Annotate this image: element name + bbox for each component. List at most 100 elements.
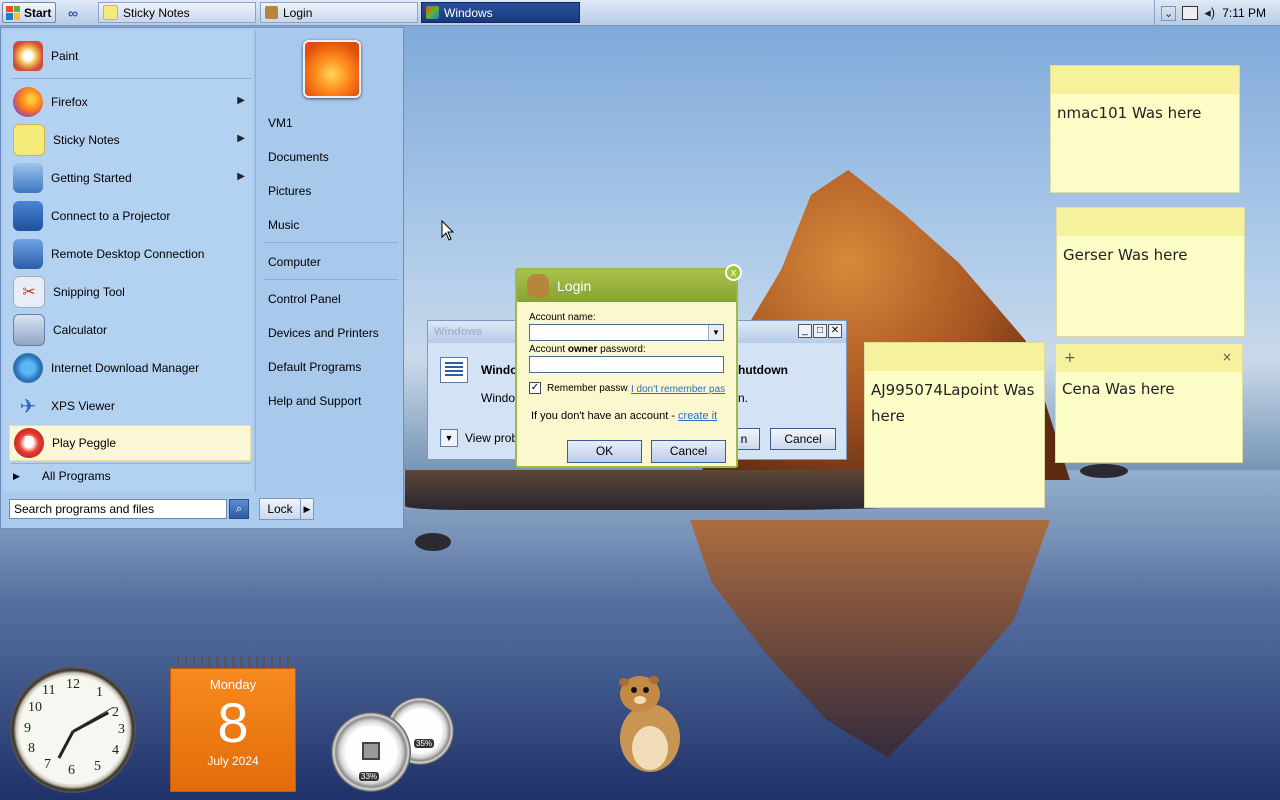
dialog-heading: Windo [481,363,518,377]
program-sticky-notes[interactable]: Sticky Notes ▶ [9,122,251,158]
login-titlebar[interactable]: Login [517,270,736,302]
cpu-meter-gadget[interactable]: 33% [331,712,411,792]
create-account-link[interactable]: create it [678,410,717,422]
lock-button[interactable]: Lock [259,498,301,520]
note-text[interactable]: Cena Was here [1056,372,1242,412]
login-dialog[interactable]: Login x Account name: ▼ Account owner pa… [515,264,742,468]
taskbar-item-label: Sticky Notes [123,5,190,20]
program-paint[interactable]: Paint [9,38,251,74]
arrow-right-icon: ▶ [13,470,20,481]
all-programs-label: All Programs [41,469,111,483]
maximize-button[interactable]: □ [813,324,827,338]
search-input[interactable]: Search programs and files [9,499,227,519]
note-text[interactable]: AJ995074Lapoint Was here [865,371,1044,439]
cancel-button[interactable]: Cancel [651,440,726,463]
account-name-dropdown[interactable]: ▼ [529,324,724,341]
place-help-support[interactable]: Help and Support [268,394,361,408]
places-pane: VM1 Documents Pictures Music Computer Co… [255,30,402,492]
program-xps-viewer[interactable]: ✈ XPS Viewer [9,388,251,424]
clock-gadget[interactable]: 12 1 2 3 4 5 6 7 8 9 10 11 [10,667,136,793]
start-button[interactable]: Start [2,2,56,23]
windows-logo-icon [6,5,20,20]
submenu-arrow-icon[interactable]: ▶ [237,133,245,144]
program-label: Play Peggle [52,436,117,450]
remember-password-checkbox[interactable]: ✓ [529,382,541,394]
cancel-button[interactable]: Cancel [770,428,836,450]
close-button[interactable]: x [725,264,742,281]
hamster-gadget[interactable] [610,670,690,775]
calendar-month-year: July 2024 [207,754,259,768]
program-firefox[interactable]: Firefox ▶ [9,84,251,120]
program-calculator[interactable]: Calculator [9,312,251,348]
password-field[interactable] [529,356,724,373]
clock-number: 5 [94,759,101,774]
program-internet-download-manager[interactable]: Internet Download Manager [9,350,251,386]
program-play-peggle[interactable]: P Play Peggle [9,425,251,461]
remote-desktop-icon [13,239,43,269]
user-picture[interactable] [303,40,361,98]
minimize-button[interactable]: _ [798,324,812,338]
submenu-arrow-icon[interactable]: ▶ [237,95,245,106]
taskbar-item-login[interactable]: Login [260,2,418,23]
getting-started-icon [13,163,43,193]
calendar-day: 8 [217,691,249,754]
place-pictures[interactable]: Pictures [268,184,311,198]
program-label: Connect to a Projector [51,209,171,223]
program-connect-projector[interactable]: Connect to a Projector [9,198,251,234]
place-default-programs[interactable]: Default Programs [268,360,361,374]
submenu-arrow-icon[interactable]: ▶ [237,171,245,182]
quick-launch-icon[interactable]: ∞ [68,5,90,21]
note-header[interactable] [1057,208,1244,236]
calendar-weekday: Monday [209,677,257,692]
add-note-button[interactable]: + [1064,350,1076,366]
note-text[interactable]: nmac101 Was here [1051,94,1239,136]
clock-number: 9 [24,721,31,736]
sticky-note[interactable]: AJ995074Lapoint Was here [864,342,1045,508]
sticky-note[interactable]: Gerser Was here [1056,207,1245,337]
note-header[interactable]: + × [1056,344,1242,372]
forgot-password-link[interactable]: I don't remember pas [631,384,725,395]
memory-percent: 35% [414,739,435,748]
program-label: Internet Download Manager [51,361,200,375]
program-getting-started[interactable]: Getting Started ▶ [9,160,251,196]
sticky-note[interactable]: + × Cena Was here [1055,343,1243,463]
close-button[interactable]: ✕ [828,324,842,338]
sticky-note[interactable]: nmac101 Was here [1050,65,1240,193]
start-label: Start [24,5,52,20]
place-control-panel[interactable]: Control Panel [268,292,341,306]
network-icon[interactable] [1182,6,1199,20]
rock-pebble [1080,464,1128,478]
tray-overflow-chevron[interactable]: ⌄ [1161,5,1177,21]
taskbar-clock[interactable]: 7:11 PM [1222,6,1266,20]
mouse-cursor-icon [441,220,455,241]
expand-details-button[interactable]: ▼ [440,429,458,447]
system-tray: ⌄ ◂) 7:11 PM [1154,0,1280,26]
note-header[interactable] [865,343,1044,371]
program-label: Remote Desktop Connection [51,247,205,261]
clock-number: 8 [28,741,35,756]
sticky-notes-icon [13,124,45,156]
program-snipping-tool[interactable]: ✂ Snipping Tool [9,274,251,310]
program-remote-desktop[interactable]: Remote Desktop Connection [9,236,251,272]
note-header[interactable] [1051,66,1239,94]
all-programs-button[interactable]: ▶ All Programs [13,469,111,483]
place-devices-printers[interactable]: Devices and Printers [268,326,379,340]
shutdown-options-arrow-icon[interactable]: ▶ [300,498,314,520]
taskbar-item-windows[interactable]: Windows [421,2,580,23]
close-note-button[interactable]: × [1222,350,1232,364]
place-vm1[interactable]: VM1 [268,116,293,130]
volume-icon[interactable]: ◂) [1204,5,1215,21]
note-text[interactable]: Gerser Was here [1057,236,1244,278]
search-icon[interactable]: ⌕ [229,499,249,519]
place-documents[interactable]: Documents [268,150,329,164]
chevron-down-icon[interactable]: ▼ [708,325,723,340]
place-computer[interactable]: Computer [268,255,321,269]
download-manager-icon [13,353,43,383]
program-label: Paint [51,49,79,63]
ok-button[interactable]: OK [567,440,642,463]
cpu-percent: 33% [359,772,380,781]
calculator-icon [13,314,45,346]
calendar-gadget[interactable]: Monday 8 July 2024 [170,656,296,792]
place-music[interactable]: Music [268,218,299,232]
taskbar-item-sticky-notes[interactable]: Sticky Notes [98,2,256,23]
